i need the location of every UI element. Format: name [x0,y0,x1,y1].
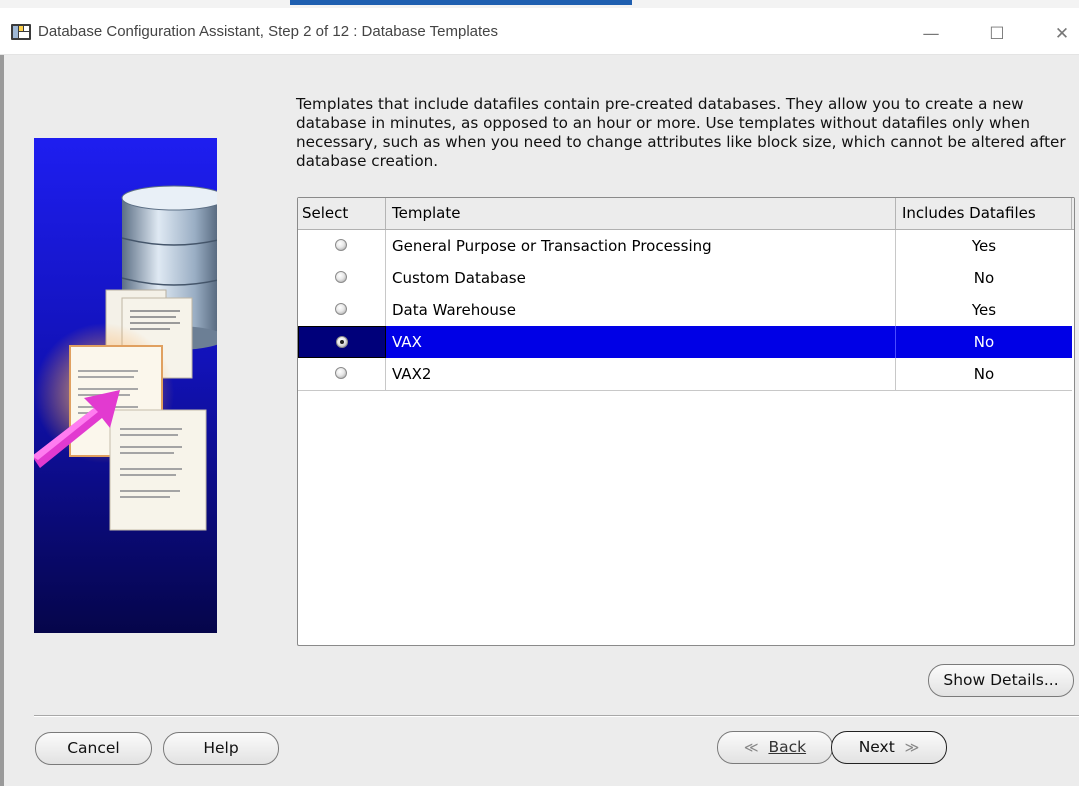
show-details-button[interactable]: Show Details... [928,664,1074,697]
top-strip [0,0,1079,8]
includes-datafiles-value: No [973,365,995,383]
radio-button[interactable] [335,303,347,315]
select-cell[interactable] [298,358,386,390]
top-accent [290,0,632,5]
radio-button[interactable] [335,239,347,251]
template-name: VAX [386,326,896,358]
radio-button-selected[interactable] [336,336,348,348]
button-separator [34,715,1079,717]
table-header: Select Template Includes Datafiles [298,198,1074,230]
column-header-template[interactable]: Template [386,198,896,229]
column-header-select[interactable]: Select [298,198,386,229]
includes-datafiles-value: No [973,269,995,287]
minimize-button[interactable]: — [908,18,954,50]
select-cell[interactable] [298,326,386,358]
table-row[interactable]: VAX2 No [298,358,1072,391]
radio-button[interactable] [335,367,347,379]
includes-datafiles-value: No [973,333,995,351]
template-name: Custom Database [386,262,896,294]
title-bar: Database Configuration Assistant, Step 2… [0,8,1079,55]
table-row[interactable]: Custom Database No [298,262,1072,295]
select-cell[interactable] [298,230,386,262]
description-text: Templates that include datafiles contain… [296,95,1066,170]
includes-datafiles-value: Yes [971,301,997,319]
select-cell[interactable] [298,294,386,326]
template-name: General Purpose or Transaction Processin… [386,230,896,262]
left-edge [0,55,4,786]
template-name: VAX2 [386,358,896,390]
includes-datafiles-value: Yes [971,237,997,255]
maximize-button[interactable]: ☐ [974,18,1020,50]
back-button[interactable]: ≪ Back [717,731,833,764]
database-templates-illustration [34,138,217,633]
close-button[interactable]: ✕ [1039,18,1079,50]
cancel-button[interactable]: Cancel [35,732,152,765]
table-row[interactable]: General Purpose or Transaction Processin… [298,230,1072,263]
template-name: Data Warehouse [386,294,896,326]
dialog-content: Templates that include datafiles contain… [0,55,1079,786]
window-title: Database Configuration Assistant, Step 2… [38,23,499,40]
radio-button[interactable] [335,271,347,283]
back-arrow-icon: ≪ [743,740,759,756]
select-cell[interactable] [298,262,386,294]
table-row-selected[interactable]: VAX No [298,326,1072,359]
next-button-label: Next [858,738,895,756]
dbca-app-icon [11,24,31,40]
help-button[interactable]: Help [163,732,279,765]
templates-table: Select Template Includes Datafiles Gener… [297,197,1075,646]
column-header-includes-datafiles[interactable]: Includes Datafiles [896,198,1072,229]
table-row[interactable]: Data Warehouse Yes [298,294,1072,327]
next-arrow-icon: ≫ [904,740,920,756]
next-button[interactable]: Next ≫ [831,731,947,764]
back-button-label: Back [768,738,807,756]
